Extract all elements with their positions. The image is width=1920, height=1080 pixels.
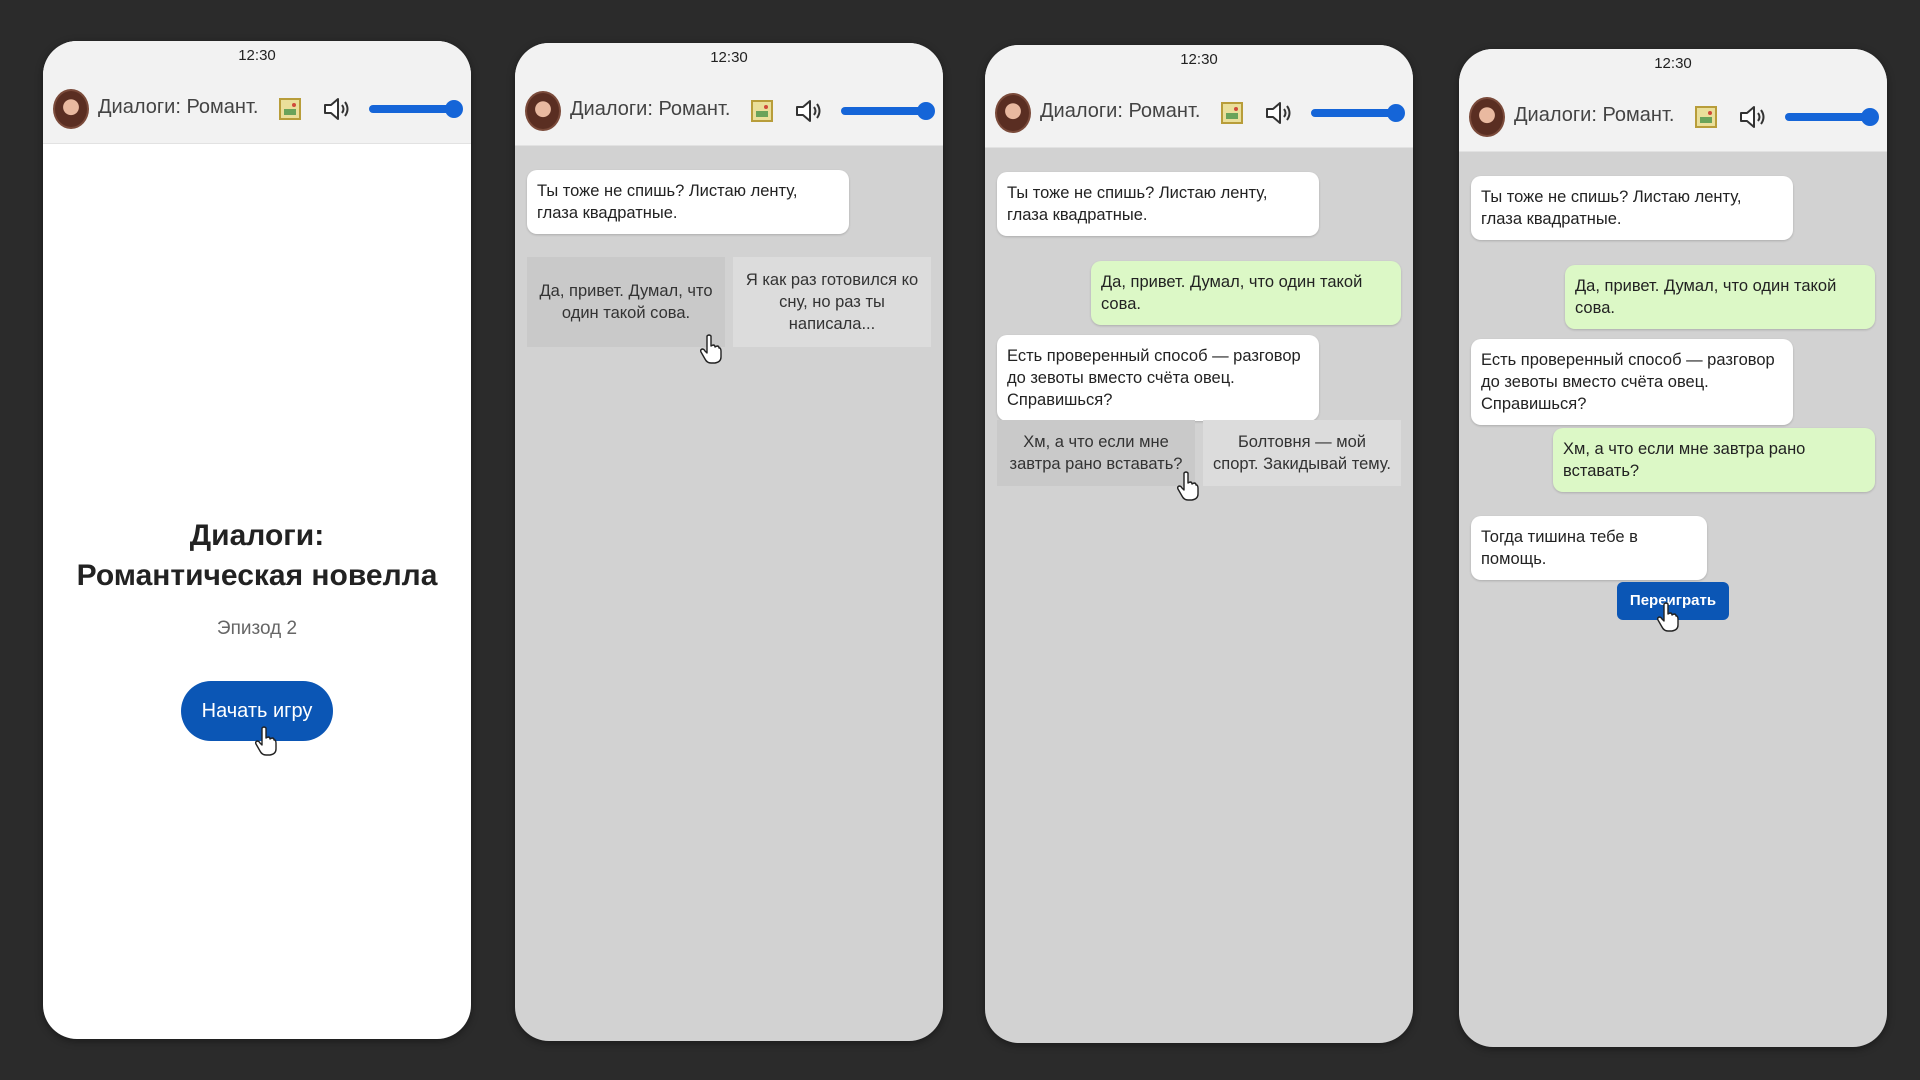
hand-cursor-icon bbox=[700, 334, 722, 364]
avatar bbox=[53, 89, 89, 129]
speaker-icon[interactable] bbox=[323, 97, 351, 121]
avatar bbox=[995, 93, 1031, 133]
game-title: Диалоги: Романтическая новелла bbox=[76, 519, 438, 592]
status-time: 12:30 bbox=[985, 45, 1413, 75]
volume-slider[interactable] bbox=[841, 102, 935, 120]
phone-screen-start: 12:30 Диалоги: Романт... Диалоги: Романт… bbox=[43, 41, 471, 1039]
episode-label: Эпизод 2 bbox=[216, 618, 298, 639]
chat-area: Ты тоже не спишь? Листаю ленту, глаза кв… bbox=[985, 148, 1413, 1043]
message-outgoing: Да, привет. Думал, что один такой сова. bbox=[1091, 261, 1401, 325]
image-icon[interactable] bbox=[1221, 102, 1243, 124]
volume-slider[interactable] bbox=[369, 100, 463, 118]
message-incoming: Есть проверенный способ — разговор до зе… bbox=[1471, 339, 1793, 425]
header-title: Диалоги: Романт... bbox=[570, 98, 730, 120]
hand-cursor-icon bbox=[255, 726, 277, 756]
phone-screen-ending: 12:30 Диалоги: Романт... Ты тоже не спиш… bbox=[1459, 49, 1887, 1047]
header-title: Диалоги: Романт... bbox=[1514, 104, 1674, 126]
chat-area: Ты тоже не спишь? Листаю ленту, глаза кв… bbox=[515, 146, 943, 1041]
phone-screen-dialog-2: 12:30 Диалоги: Романт... Ты тоже не спиш… bbox=[985, 45, 1413, 1043]
message-incoming: Тогда тишина тебе в помощь. bbox=[1471, 516, 1707, 580]
app-header: Диалоги: Романт... bbox=[1459, 79, 1887, 152]
status-time: 12:30 bbox=[1459, 49, 1887, 79]
header-title: Диалоги: Романт... bbox=[98, 96, 258, 118]
speaker-icon[interactable] bbox=[1739, 105, 1767, 129]
volume-slider[interactable] bbox=[1785, 108, 1879, 126]
header-title: Диалоги: Романт... bbox=[1040, 100, 1200, 122]
avatar bbox=[525, 91, 561, 131]
volume-slider-thumb[interactable] bbox=[917, 102, 935, 120]
hand-cursor-icon bbox=[1177, 471, 1199, 501]
message-incoming: Есть проверенный способ — разговор до зе… bbox=[997, 335, 1319, 421]
choice-option[interactable]: Хм, а что если мне завтра рано вставать? bbox=[997, 420, 1195, 486]
hand-cursor-icon bbox=[1657, 602, 1679, 632]
app-header: Диалоги: Романт... bbox=[515, 73, 943, 146]
choice-option[interactable]: Я как раз готовился ко сну, но раз ты на… bbox=[733, 257, 931, 347]
message-outgoing: Хм, а что если мне завтра рано вставать? bbox=[1553, 428, 1875, 492]
choice-option[interactable]: Да, привет. Думал, что один такой сова. bbox=[527, 257, 725, 347]
volume-slider-thumb[interactable] bbox=[1861, 108, 1879, 126]
speaker-icon[interactable] bbox=[1265, 101, 1293, 125]
chat-area: Ты тоже не спишь? Листаю ленту, глаза кв… bbox=[1459, 152, 1887, 1047]
volume-slider[interactable] bbox=[1311, 104, 1405, 122]
volume-slider-thumb[interactable] bbox=[1387, 104, 1405, 122]
status-time: 12:30 bbox=[515, 43, 943, 73]
image-icon[interactable] bbox=[1695, 106, 1717, 128]
app-header: Диалоги: Романт... bbox=[985, 75, 1413, 148]
volume-slider-thumb[interactable] bbox=[445, 100, 463, 118]
image-icon[interactable] bbox=[279, 98, 301, 120]
app-header: Диалоги: Романт... bbox=[43, 71, 471, 144]
message-incoming: Ты тоже не спишь? Листаю ленту, глаза кв… bbox=[527, 170, 849, 234]
start-screen: Диалоги: Романтическая новелла Эпизод 2 … bbox=[43, 144, 471, 1039]
message-incoming: Ты тоже не спишь? Листаю ленту, глаза кв… bbox=[997, 172, 1319, 236]
message-incoming: Ты тоже не спишь? Листаю ленту, глаза кв… bbox=[1471, 176, 1793, 240]
image-icon[interactable] bbox=[751, 100, 773, 122]
choice-option[interactable]: Болтовня — мой спорт. Закидывай тему. bbox=[1203, 420, 1401, 486]
message-outgoing: Да, привет. Думал, что один такой сова. bbox=[1565, 265, 1875, 329]
status-time: 12:30 bbox=[43, 41, 471, 71]
avatar bbox=[1469, 97, 1505, 137]
speaker-icon[interactable] bbox=[795, 99, 823, 123]
phone-screen-dialog-1: 12:30 Диалоги: Романт... Ты тоже не спиш… bbox=[515, 43, 943, 1041]
